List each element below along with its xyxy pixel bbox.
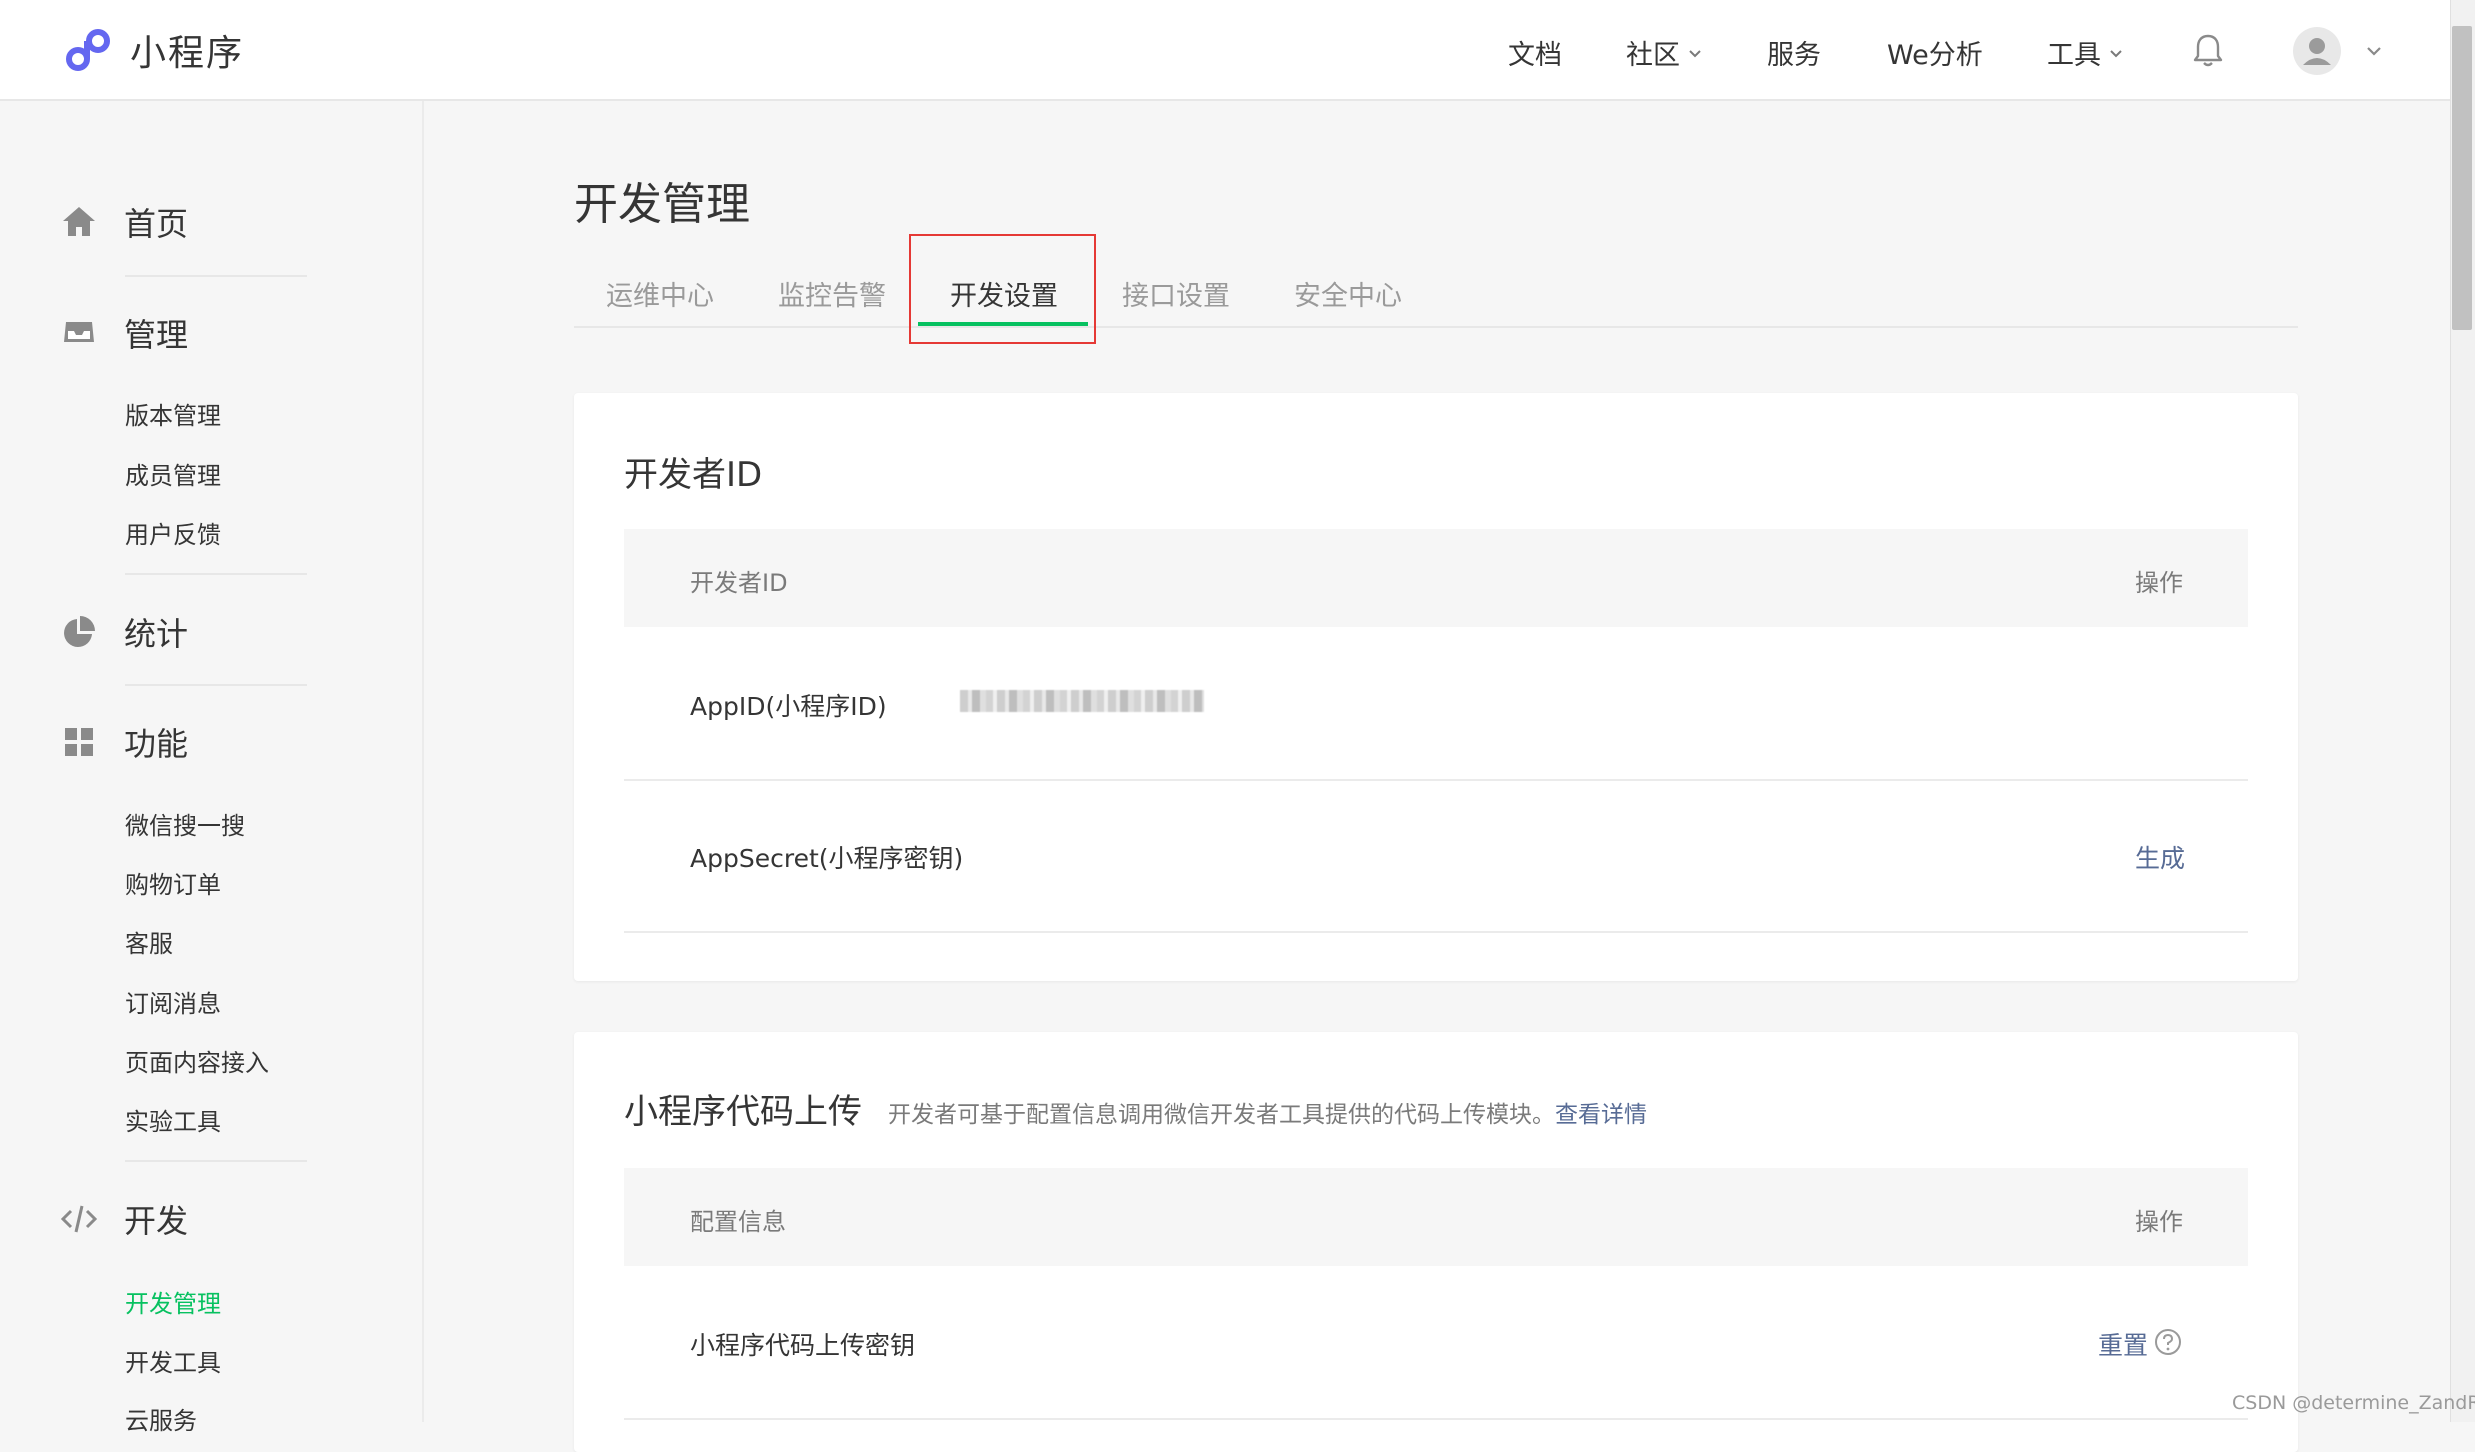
nav-we-analysis[interactable]: We分析 [1887,33,1983,72]
top-bar: 小程序 文档 社区 服务 We分析 工具 [0,0,2450,101]
generate-secret-link[interactable]: 生成 [2135,839,2185,875]
column-header: 配置信息 [690,1208,786,1236]
table-row: 小程序代码上传密钥 重置 [624,1266,2248,1420]
chevron-down-icon [2110,49,2122,57]
column-header: 操作 [2135,569,2183,597]
tab-monitor-alert[interactable]: 监控告警 [778,274,886,313]
inbox-icon [64,322,94,342]
sidebar-section-label: 首页 [124,205,189,243]
grid-icon [65,728,93,756]
sidebar-item-version[interactable]: 版本管理 [125,396,221,431]
divider [125,573,307,575]
sidebar-section-stats[interactable]: 统计 [60,609,188,655]
user-icon [2303,38,2331,65]
nav-services[interactable]: 服务 [1767,33,1821,72]
sidebar-item-feedback[interactable]: 用户反馈 [125,515,221,550]
developer-id-card: 开发者ID 开发者ID 操作 AppID(小程序ID) AppSecret(小程… [574,393,2298,981]
tab-ops-center[interactable]: 运维中心 [606,274,714,313]
row-label-appsecret: AppSecret(小程序密钥) [690,844,964,873]
sidebar-section-features[interactable]: 功能 [60,719,188,765]
tab-api-settings[interactable]: 接口设置 [1122,274,1230,313]
sidebar-item-dev-tools[interactable]: 开发工具 [125,1343,221,1378]
code-upload-card: 小程序代码上传 开发者可基于配置信息调用微信开发者工具提供的代码上传模块。查看详… [574,1032,2298,1452]
nav-community[interactable]: 社区 [1626,33,1704,72]
sidebar-section-label: 开发 [124,1202,189,1240]
table-header: 配置信息 操作 [624,1168,2248,1266]
sidebar-section-dev[interactable]: 开发 [60,1196,188,1242]
sidebar-section-manage[interactable]: 管理 [60,310,188,356]
logo[interactable]: 小程序 [60,22,244,78]
watermark: CSDN @determine_ZandR [2232,1392,2475,1414]
tab-security-center[interactable]: 安全中心 [1294,274,1402,313]
avatar[interactable] [2293,27,2341,75]
nav-docs-label: 文档 [1508,40,1562,71]
nav-we-analysis-label: We分析 [1887,40,1983,71]
app-name: 小程序 [130,33,245,74]
nav-community-label: 社区 [1626,40,1680,71]
sidebar-item-members[interactable]: 成员管理 [125,456,221,491]
sidebar: 首页 管理 版本管理 成员管理 用户反馈 统计 功能 微信搜一搜 购物订单 客服… [0,101,424,1435]
tab-bar: 运维中心 监控告警 开发设置 接口设置 安全中心 [574,254,2298,328]
nav-tools[interactable]: 工具 [2047,33,2125,72]
reset-key-link[interactable]: 重置 [2098,1326,2148,1362]
view-details-link[interactable]: 查看详情 [1555,1102,1647,1128]
table-row: AppID(小程序ID) [624,627,2248,781]
nav-services-label: 服务 [1767,40,1821,71]
sidebar-item-cloud[interactable]: 云服务 [125,1401,197,1436]
code-icon [60,1205,98,1233]
sidebar-section-label: 功能 [124,725,189,763]
annotation-highlight-box [909,234,1096,344]
table-header: 开发者ID 操作 [624,529,2248,627]
nav-tools-label: 工具 [2047,40,2101,71]
row-label-upload-key: 小程序代码上传密钥 [690,1331,916,1360]
description-text: 开发者可基于配置信息调用微信开发者工具提供的代码上传模块。 [888,1102,1555,1128]
sidebar-item-dev-manage[interactable]: 开发管理 [125,1284,221,1319]
divider [125,275,307,277]
sidebar-item-subscribe-msg[interactable]: 订阅消息 [125,984,221,1019]
appid-value-redacted [960,690,1204,712]
divider [125,684,307,686]
pie-chart-icon [64,616,95,647]
chevron-down-icon[interactable] [2363,40,2385,62]
column-header: 开发者ID [690,569,788,597]
card-description: 开发者可基于配置信息调用微信开发者工具提供的代码上传模块。查看详情 [888,1095,1647,1129]
card-title: 小程序代码上传 [624,1092,862,1132]
sidebar-section-label: 统计 [124,615,189,653]
bell-icon[interactable] [2191,32,2225,68]
sidebar-item-wechat-search[interactable]: 微信搜一搜 [125,806,245,841]
miniprogram-logo-icon [66,29,110,71]
sidebar-item-lab-tools[interactable]: 实验工具 [125,1102,221,1137]
sidebar-item-customer-service[interactable]: 客服 [125,924,173,959]
nav-docs[interactable]: 文档 [1508,33,1562,72]
help-icon[interactable] [2154,1328,2182,1356]
page-title: 开发管理 [574,179,750,230]
home-icon [63,207,95,236]
sidebar-item-page-content[interactable]: 页面内容接入 [125,1043,269,1078]
chevron-down-icon [1689,49,1701,57]
sidebar-item-orders[interactable]: 购物订单 [125,865,221,900]
sidebar-section-home[interactable]: 首页 [60,199,188,245]
table-row: AppSecret(小程序密钥) 生成 [624,779,2248,933]
divider [125,1160,307,1162]
scrollbar-thumb[interactable] [2452,26,2472,330]
column-header: 操作 [2135,1208,2183,1236]
sidebar-section-label: 管理 [124,316,189,354]
card-title: 开发者ID [624,455,763,495]
row-label-appid: AppID(小程序ID) [690,692,887,721]
